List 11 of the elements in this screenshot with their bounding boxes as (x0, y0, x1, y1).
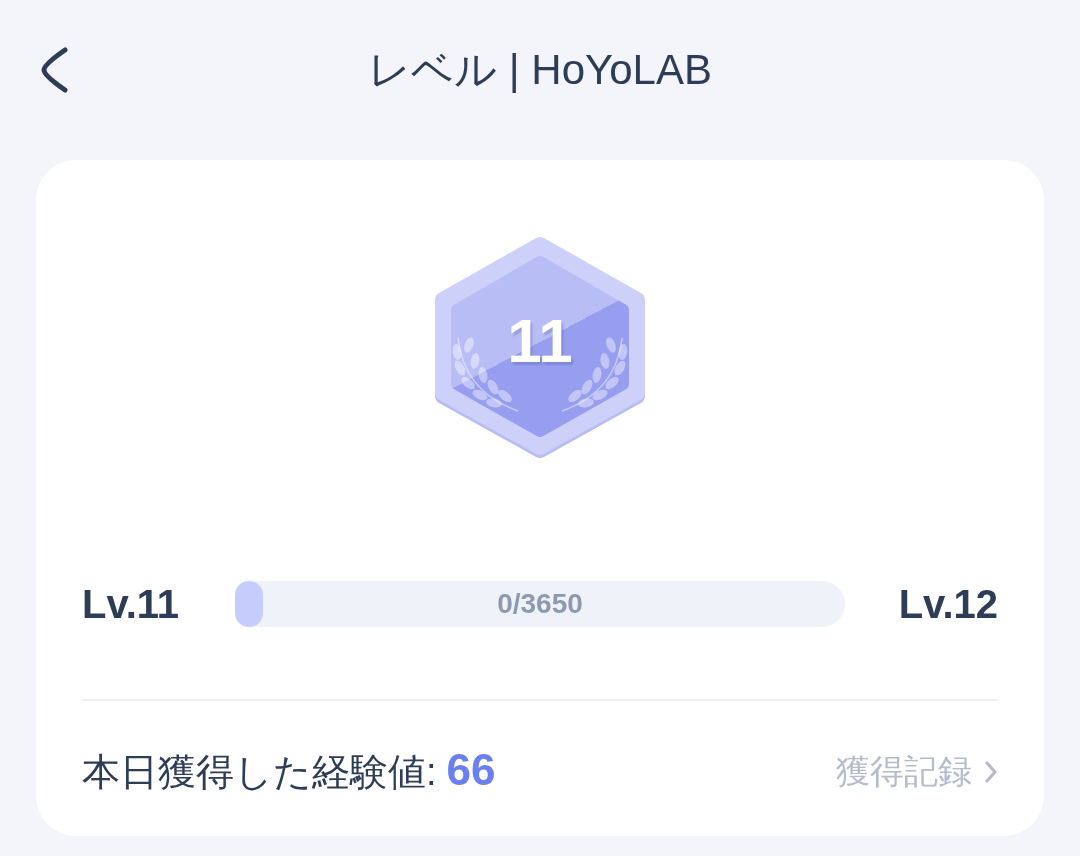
chevron-right-icon (984, 759, 998, 784)
today-exp-label: 本日獲得した経験値: (82, 750, 437, 795)
back-button[interactable] (40, 46, 70, 94)
current-level-label: Lv.11 (82, 584, 181, 624)
back-icon (40, 46, 70, 94)
page-title: レベル | HoYoLAB (368, 45, 712, 95)
badge-level-number: 11 (507, 310, 573, 372)
next-level-label: Lv.12 (898, 584, 998, 624)
progress-reading: 0/3650 (497, 590, 583, 618)
today-exp-value: 66 (446, 745, 496, 795)
history-link[interactable]: 獲得記録 (836, 748, 998, 795)
